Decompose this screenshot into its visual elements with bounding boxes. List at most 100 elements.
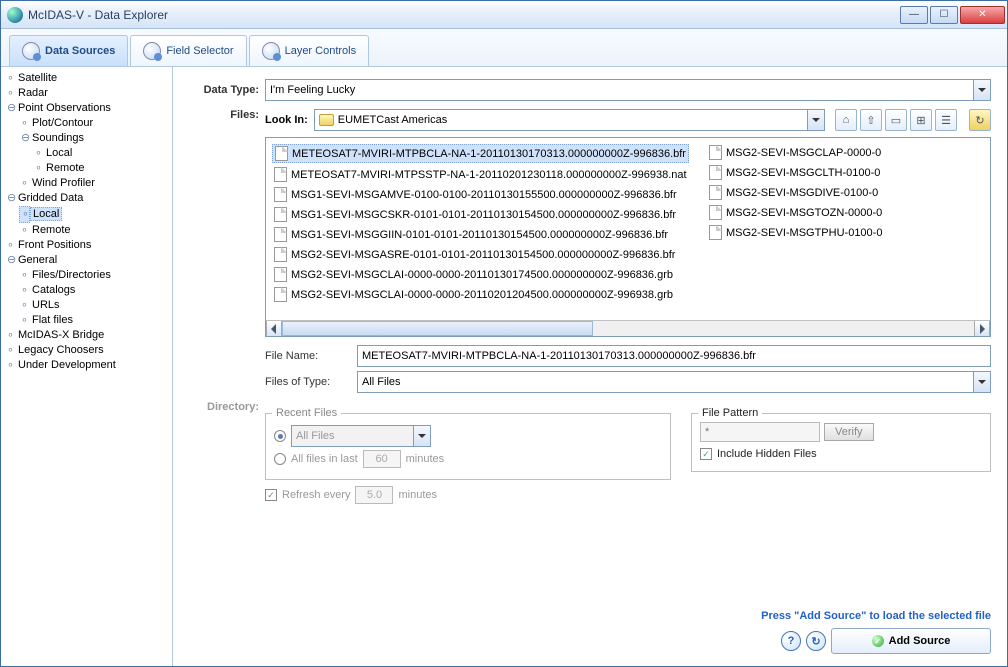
- tree-item[interactable]: ⊖Soundings: [19, 131, 170, 146]
- file-pattern-input[interactable]: [700, 422, 820, 442]
- tree-item[interactable]: ⊖General: [5, 253, 170, 268]
- refresh-minutes-input[interactable]: [355, 486, 393, 504]
- tree-item[interactable]: ∘Under Development: [5, 358, 170, 373]
- tab-label: Field Selector: [166, 45, 233, 57]
- collapse-icon[interactable]: ⊖: [5, 101, 16, 116]
- tree-item[interactable]: ∘Remote: [33, 161, 170, 176]
- tree-item[interactable]: ⊖Point Observations: [5, 101, 170, 116]
- home-button[interactable]: ⇧: [860, 109, 882, 131]
- file-icon: [709, 185, 722, 200]
- tree-item-label: Under Development: [16, 359, 118, 371]
- tree-item[interactable]: ∘Wind Profiler: [19, 176, 170, 191]
- tree-item[interactable]: ∘McIDAS-X Bridge: [5, 328, 170, 343]
- file-item[interactable]: MSG1-SEVI-MSGCSKR-0101-0101-201101301545…: [272, 206, 689, 223]
- layer-controls-icon: [262, 42, 280, 60]
- file-name: MSG2-SEVI-MSGCLAP-0000-0: [726, 147, 881, 159]
- all-files-in-last-radio[interactable]: All files in last minutes: [274, 450, 662, 468]
- tree-item-label: Point Observations: [16, 102, 113, 114]
- file-item[interactable]: MSG2-SEVI-MSGCLAI-0000-0000-201102012045…: [272, 286, 689, 303]
- file-name: MSG2-SEVI-MSGDIVE-0100-0: [726, 187, 878, 199]
- look-in-value: EUMETCast Americas: [338, 114, 447, 126]
- file-item[interactable]: MSG2-SEVI-MSGCLAI-0000-0000-201101301745…: [272, 266, 689, 283]
- chevron-down-icon[interactable]: [973, 80, 990, 100]
- folder-icon: [319, 114, 334, 126]
- refresh-checkbox[interactable]: ✓ Refresh every minutes: [265, 486, 671, 504]
- source-tree[interactable]: ∘Satellite∘Radar⊖Point Observations∘Plot…: [1, 67, 173, 666]
- file-name-input[interactable]: [357, 345, 991, 367]
- leaf-icon: ∘: [19, 268, 30, 283]
- file-item[interactable]: MSG2-SEVI-MSGDIVE-0100-0: [707, 184, 884, 201]
- go-up-button[interactable]: ⌂: [835, 109, 857, 131]
- collapse-icon[interactable]: ⊖: [5, 191, 16, 206]
- leaf-icon: ∘: [19, 176, 30, 191]
- leaf-icon: ∘: [33, 161, 44, 176]
- leaf-icon: ∘: [19, 206, 30, 223]
- maximize-button[interactable]: ☐: [930, 6, 958, 24]
- tree-item[interactable]: ∘Front Positions: [5, 238, 170, 253]
- collapse-icon[interactable]: ⊖: [5, 253, 16, 268]
- tree-item-label: McIDAS-X Bridge: [16, 329, 106, 341]
- add-source-button[interactable]: ✓ Add Source: [831, 628, 991, 654]
- collapse-icon[interactable]: ⊖: [19, 131, 30, 146]
- tab-bar: Data Sources Field Selector Layer Contro…: [1, 29, 1007, 67]
- file-pattern-legend: File Pattern: [698, 407, 762, 419]
- tree-item[interactable]: ∘Local: [33, 146, 170, 161]
- minimize-button[interactable]: —: [900, 6, 928, 24]
- chevron-down-icon[interactable]: [807, 110, 824, 130]
- tree-item[interactable]: ∘Flat files: [19, 313, 170, 328]
- file-name: MSG2-SEVI-MSGCLAI-0000-0000-201101301745…: [291, 269, 673, 281]
- file-item[interactable]: METEOSAT7-MVIRI-MTPBCLA-NA-1-20110130170…: [272, 144, 689, 163]
- file-item[interactable]: MSG2-SEVI-MSGCLTH-0100-0: [707, 164, 884, 181]
- verify-button[interactable]: Verify: [824, 423, 874, 441]
- include-hidden-checkbox[interactable]: ✓ Include Hidden Files: [700, 448, 982, 460]
- tree-item[interactable]: ∘Satellite: [5, 71, 170, 86]
- detail-view-button[interactable]: ☰: [935, 109, 957, 131]
- file-item[interactable]: MSG1-SEVI-MSGGIIN-0101-0101-201101301545…: [272, 226, 689, 243]
- help-button[interactable]: ?: [781, 631, 801, 651]
- refresh-folder-button[interactable]: ↻: [969, 109, 991, 131]
- tree-item[interactable]: ∘Catalogs: [19, 283, 170, 298]
- file-icon: [274, 287, 287, 302]
- leaf-icon: ∘: [5, 328, 16, 343]
- tree-item[interactable]: ∘Files/Directories: [19, 268, 170, 283]
- tree-item[interactable]: ∘URLs: [19, 298, 170, 313]
- file-item[interactable]: METEOSAT7-MVIRI-MTPSSTP-NA-1-20110201230…: [272, 166, 689, 183]
- scroll-right-button[interactable]: [974, 321, 990, 336]
- file-list[interactable]: METEOSAT7-MVIRI-MTPBCLA-NA-1-20110130170…: [265, 137, 991, 337]
- file-name: MSG2-SEVI-MSGCLAI-0000-0000-201102012045…: [291, 289, 673, 301]
- minutes-input[interactable]: [363, 450, 401, 468]
- tree-item[interactable]: ∘Local: [19, 206, 170, 223]
- file-item[interactable]: MSG2-SEVI-MSGCLAP-0000-0: [707, 144, 884, 161]
- file-name: MSG2-SEVI-MSGTOZN-0000-0: [726, 207, 882, 219]
- files-of-type-combo[interactable]: All Files: [357, 371, 991, 393]
- file-icon: [274, 227, 287, 242]
- file-item[interactable]: MSG2-SEVI-MSGTPHU-0100-0: [707, 224, 884, 241]
- files-of-type-value: All Files: [362, 376, 401, 388]
- file-item[interactable]: MSG1-SEVI-MSGAMVE-0100-0100-201101301555…: [272, 186, 689, 203]
- app-icon: [7, 7, 23, 23]
- look-in-combo[interactable]: EUMETCast Americas: [314, 109, 825, 131]
- tab-field-selector[interactable]: Field Selector: [130, 35, 246, 66]
- horizontal-scrollbar[interactable]: [266, 320, 990, 336]
- all-files-radio[interactable]: All Files: [274, 425, 662, 447]
- file-name: MSG2-SEVI-MSGASRE-0101-0101-201101301545…: [291, 249, 675, 261]
- check-icon: ✓: [872, 635, 884, 647]
- close-button[interactable]: ✕: [960, 6, 1005, 24]
- scroll-thumb[interactable]: [282, 321, 593, 336]
- tab-data-sources[interactable]: Data Sources: [9, 35, 128, 66]
- tree-item-label: Files/Directories: [30, 269, 113, 281]
- list-view-button[interactable]: ⊞: [910, 109, 932, 131]
- new-folder-button[interactable]: ▭: [885, 109, 907, 131]
- file-item[interactable]: MSG2-SEVI-MSGASRE-0101-0101-201101301545…: [272, 246, 689, 263]
- tab-layer-controls[interactable]: Layer Controls: [249, 35, 370, 66]
- tree-item[interactable]: ⊖Gridded Data: [5, 191, 170, 206]
- scroll-left-button[interactable]: [266, 321, 282, 336]
- tree-item[interactable]: ∘Radar: [5, 86, 170, 101]
- data-type-combo[interactable]: I'm Feeling Lucky: [265, 79, 991, 101]
- tree-item[interactable]: ∘Plot/Contour: [19, 116, 170, 131]
- reload-button[interactable]: ↻: [806, 631, 826, 651]
- tree-item[interactable]: ∘Legacy Choosers: [5, 343, 170, 358]
- file-item[interactable]: MSG2-SEVI-MSGTOZN-0000-0: [707, 204, 884, 221]
- chevron-down-icon[interactable]: [973, 372, 990, 392]
- tree-item[interactable]: ∘Remote: [19, 223, 170, 238]
